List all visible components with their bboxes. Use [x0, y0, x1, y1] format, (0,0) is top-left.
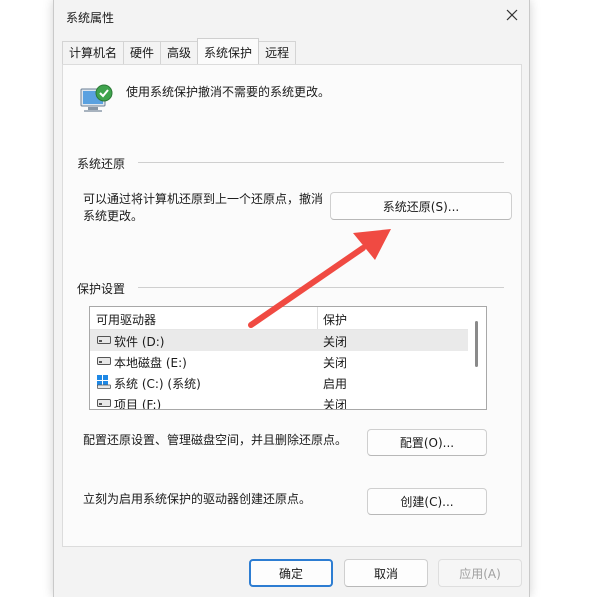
- drive-list[interactable]: 可用驱动器 保护 软件 (D:) 关闭 本地磁盘 (E:) 关闭 系统 (C:)…: [89, 306, 487, 410]
- drive-name: 本地磁盘 (E:): [114, 356, 187, 370]
- drive-icon: [97, 336, 111, 344]
- drive-list-header: 可用驱动器 保护: [90, 307, 468, 330]
- system-restore-button[interactable]: 系统还原(S)...: [330, 192, 512, 220]
- window-title: 系统属性: [66, 11, 115, 25]
- restore-group-divider: [138, 162, 504, 163]
- tab-computer-name[interactable]: 计算机名: [62, 41, 125, 64]
- drive-protection-status: 关闭: [323, 356, 348, 370]
- system-properties-dialog: 系统属性 计算机名 硬件 高级 系统保护 远程 使用系统保护撤消不需要的系统更改…: [53, 0, 530, 597]
- tab-system-protection[interactable]: 系统保护: [197, 38, 260, 64]
- close-icon: [506, 9, 518, 21]
- tab-hardware[interactable]: 硬件: [123, 41, 162, 64]
- column-protection[interactable]: 保护: [323, 311, 347, 328]
- protection-group-divider: [138, 287, 504, 288]
- drive-row[interactable]: 本地磁盘 (E:) 关闭: [90, 351, 468, 372]
- configure-button[interactable]: 配置(O)...: [367, 429, 487, 456]
- create-button[interactable]: 创建(C)...: [367, 488, 487, 515]
- tab-remote[interactable]: 远程: [258, 41, 297, 64]
- tab-advanced[interactable]: 高级: [160, 41, 199, 64]
- ok-button[interactable]: 确定: [249, 559, 333, 587]
- create-description: 立刻为启用系统保护的驱动器创建还原点。: [83, 492, 312, 506]
- restore-group-label: 系统还原: [77, 157, 126, 171]
- system-protection-icon: [80, 84, 113, 112]
- intro-text: 使用系统保护撤消不需要的系统更改。: [126, 85, 331, 99]
- scroll-thumb[interactable]: [475, 321, 478, 367]
- configure-description: 配置还原设置、管理磁盘空间，并且删除还原点。: [83, 433, 348, 447]
- column-available-drives[interactable]: 可用驱动器: [96, 311, 156, 328]
- drive-protection-status: 关闭: [323, 398, 348, 410]
- drive-list-scrollbar[interactable]: [469, 307, 485, 409]
- tab-panel: 使用系统保护撤消不需要的系统更改。 系统还原 可以通过将计算机还原到上一个还原点…: [62, 64, 522, 547]
- drive-row[interactable]: 项目 (F:) 关闭: [90, 393, 468, 410]
- windows-drive-icon: [97, 375, 111, 389]
- restore-description: 可以通过将计算机还原到上一个还原点，撤消系统更改。: [83, 192, 324, 223]
- drive-row[interactable]: 软件 (D:) 关闭: [90, 330, 468, 351]
- drive-row[interactable]: 系统 (C:) (系统) 启用: [90, 372, 468, 393]
- drive-protection-status: 启用: [323, 377, 348, 391]
- cancel-button[interactable]: 取消: [344, 559, 428, 587]
- apply-button[interactable]: 应用(A): [438, 559, 522, 587]
- drive-protection-status: 关闭: [323, 335, 348, 349]
- drive-icon: [97, 357, 111, 365]
- tab-strip: 计算机名 硬件 高级 系统保护 远程: [62, 38, 297, 65]
- drive-name: 项目 (F:): [114, 398, 162, 410]
- drive-name: 软件 (D:): [114, 335, 165, 349]
- drive-icon: [97, 399, 111, 407]
- close-button[interactable]: [501, 4, 523, 26]
- drive-name: 系统 (C:) (系统): [114, 377, 201, 391]
- protection-group-label: 保护设置: [77, 282, 126, 296]
- column-divider[interactable]: [317, 307, 318, 329]
